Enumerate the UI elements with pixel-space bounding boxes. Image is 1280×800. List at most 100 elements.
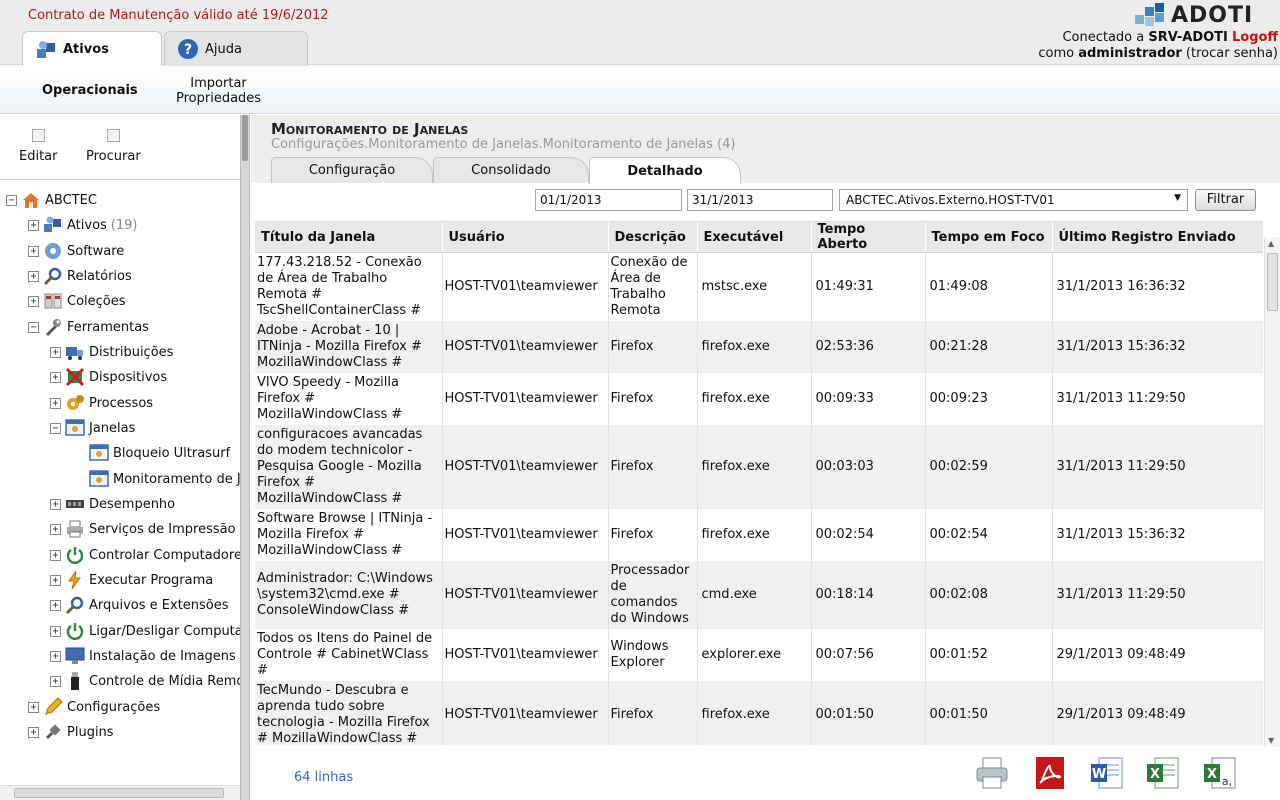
logoff-link[interactable]: Logoff — [1232, 30, 1278, 45]
tree-node-colecoes[interactable]: + Coleções — [28, 290, 126, 312]
table-row[interactable]: Administrador: C:\Windows \system32\cmd.… — [255, 560, 1263, 629]
csv-icon[interactable]: Xa, — [1202, 755, 1238, 791]
pdf-icon[interactable] — [1032, 755, 1068, 791]
tree-node-processos[interactable]: + Processos — [50, 392, 153, 414]
expand-icon[interactable]: + — [50, 574, 61, 586]
tree-node-executar-programa[interactable]: + Executar Programa — [50, 569, 213, 591]
tree-label: Coleções — [67, 293, 126, 309]
scroll-down-icon[interactable]: ▼ — [1268, 736, 1274, 745]
tree-node-instalacao-imagens[interactable]: + Instalação de Imagens — [50, 645, 236, 667]
edit-button[interactable]: Editar — [19, 129, 58, 164]
table-row[interactable]: Todos os Itens do Painel de Controle # C… — [255, 628, 1263, 681]
scroll-up-icon[interactable]: ▲ — [1268, 239, 1274, 248]
tab-ativos[interactable]: Ativos — [22, 31, 162, 67]
scrollbar-thumb[interactable] — [1267, 253, 1278, 311]
column-header-tempo-aberto[interactable]: Tempo Aberto — [811, 222, 926, 253]
gears-icon — [67, 395, 84, 410]
nav-operacionais[interactable]: Operacionais — [42, 83, 138, 98]
expand-icon[interactable]: + — [50, 650, 61, 662]
expand-icon[interactable]: + — [50, 371, 61, 383]
date-to-input[interactable]: 31/1/2013 — [687, 189, 833, 211]
expand-icon[interactable]: + — [50, 675, 61, 687]
expand-icon[interactable]: + — [50, 599, 61, 611]
tab-consolidado[interactable]: Consolidado — [433, 157, 589, 183]
table-row[interactable]: TecMundo - Descubra e aprenda tudo sobre… — [255, 680, 1263, 745]
date-from-input[interactable]: 01/1/2013 — [535, 189, 682, 211]
expand-icon[interactable]: + — [50, 523, 61, 535]
cell-titulo: configuracoes avancadas do modem technic… — [255, 424, 443, 509]
table-row[interactable]: Adobe - Acrobat - 10 | ITNinja - Mozilla… — [255, 320, 1263, 373]
tree-node-desempenho[interactable]: + Desempenho — [50, 493, 175, 515]
column-header-executavel[interactable]: Executável — [697, 222, 812, 253]
collapse-icon[interactable]: − — [50, 422, 61, 434]
column-header-tempo-foco[interactable]: Tempo em Foco — [925, 222, 1053, 253]
tree-node-controlar-computadores[interactable]: + Controlar Computadores — [50, 544, 240, 566]
table-row[interactable]: 177.43.218.52 - Conexão de Área de Traba… — [255, 252, 1263, 321]
tree-node-servicos-impressao[interactable]: + Serviços de Impressão — [50, 518, 236, 540]
cell-titulo: Adobe - Acrobat - 10 | ITNinja - Mozilla… — [255, 320, 443, 373]
cell-usuario: HOST-TV01\teamviewer — [442, 424, 609, 509]
expand-icon[interactable]: + — [28, 219, 39, 231]
expand-icon[interactable]: + — [50, 625, 61, 637]
search-button[interactable]: Procurar — [86, 129, 141, 164]
tree-node-plugins[interactable]: + Plugins — [28, 721, 114, 743]
windows-table: Título da Janela Usuário Descrição Execu… — [255, 222, 1263, 745]
expand-icon[interactable]: + — [28, 726, 39, 738]
tree-node-ativos[interactable]: + Ativos (19) — [28, 214, 137, 236]
sidebar-horizontal-scrollbar[interactable] — [0, 785, 240, 800]
grid-vertical-scrollbar[interactable]: ▲ ▼ — [1264, 237, 1280, 747]
table-row[interactable]: configuracoes avancadas do modem technic… — [255, 424, 1263, 509]
scrollbar-thumb[interactable] — [14, 788, 224, 798]
expand-icon[interactable]: + — [28, 245, 39, 257]
change-password-link[interactable]: (trocar senha) — [1182, 46, 1278, 61]
tree-node-configuracoes[interactable]: + Configurações — [28, 696, 160, 718]
tab-configuracao[interactable]: Configuração — [271, 157, 433, 183]
tree-node-ligar-desligar[interactable]: + Ligar/Desligar Computadores — [50, 620, 240, 642]
tab-ajuda[interactable]: ? Ajuda — [164, 31, 308, 66]
cell-usuario: HOST-TV01\teamviewer — [442, 320, 609, 373]
tree-node-ferramentas[interactable]: − Ferramentas — [28, 316, 149, 338]
edit-label: Editar — [19, 149, 58, 164]
column-header-usuario[interactable]: Usuário — [442, 222, 609, 253]
cell-titulo: VIVO Speedy - Mozilla Firefox # MozillaW… — [255, 372, 443, 425]
expand-icon[interactable]: + — [50, 346, 61, 358]
splitter-grip[interactable] — [242, 115, 248, 161]
print-icon[interactable] — [974, 755, 1010, 791]
tab-detalhado[interactable]: Detalhado — [589, 157, 741, 184]
expand-icon[interactable]: + — [50, 549, 61, 561]
table-row[interactable]: Software Browse | ITNinja - Mozilla Fire… — [255, 508, 1263, 561]
assets-icon — [37, 40, 55, 58]
expand-icon[interactable]: + — [50, 397, 61, 409]
tree-node-controle-midia[interactable]: + Controle de Mídia Removível — [50, 670, 240, 692]
column-header-ultimo-registro[interactable]: Último Registro Enviado — [1052, 222, 1263, 253]
tree-node-arquivos-extensoes[interactable]: + Arquivos e Extensões — [50, 594, 229, 616]
tree-label: Ligar/Desligar Computadores — [89, 623, 240, 639]
column-header-descricao[interactable]: Descrição — [608, 222, 698, 253]
nav-importar-propriedades[interactable]: Importar Propriedades — [176, 76, 261, 106]
collapse-icon[interactable]: − — [6, 194, 17, 206]
connected-label: Conectado a — [1062, 30, 1149, 45]
expand-icon[interactable]: + — [50, 498, 61, 510]
filter-button[interactable]: Filtrar — [1195, 189, 1256, 211]
excel-icon[interactable]: X — [1145, 755, 1181, 791]
printer-icon — [67, 520, 83, 538]
table-row[interactable]: VIVO Speedy - Mozilla Firefox # MozillaW… — [255, 372, 1263, 425]
cell-titulo: Administrador: C:\Windows \system32\cmd.… — [255, 560, 443, 629]
collapse-icon[interactable]: − — [28, 321, 39, 333]
tree-node-abctec[interactable]: − ABCTEC — [6, 189, 97, 211]
expand-icon[interactable]: + — [28, 701, 39, 713]
tree-node-distribuicoes[interactable]: + Distribuições — [50, 341, 173, 363]
tree-node-relatorios[interactable]: + Relatórios — [28, 265, 132, 287]
pane-splitter[interactable] — [240, 115, 250, 800]
tree-node-janelas[interactable]: − Janelas — [50, 417, 135, 439]
expand-icon[interactable]: + — [28, 270, 39, 282]
word-icon[interactable]: W — [1089, 755, 1125, 791]
expand-icon[interactable]: + — [28, 295, 39, 307]
column-header-titulo[interactable]: Título da Janela — [255, 222, 443, 253]
sidebar-tools: Editar Procurar — [0, 115, 240, 180]
tree-node-monitoramento[interactable]: Monitoramento de Janelas — [89, 468, 240, 490]
tree-node-bloqueio-ultrasurf[interactable]: Bloqueio Ultrasurf — [89, 442, 230, 464]
tree-node-software[interactable]: + Software — [28, 240, 124, 262]
host-select[interactable]: ABCTEC.Ativos.Externo.HOST-TV01 ▼ — [839, 189, 1188, 211]
tree-node-dispositivos[interactable]: + Dispositivos — [50, 366, 167, 388]
